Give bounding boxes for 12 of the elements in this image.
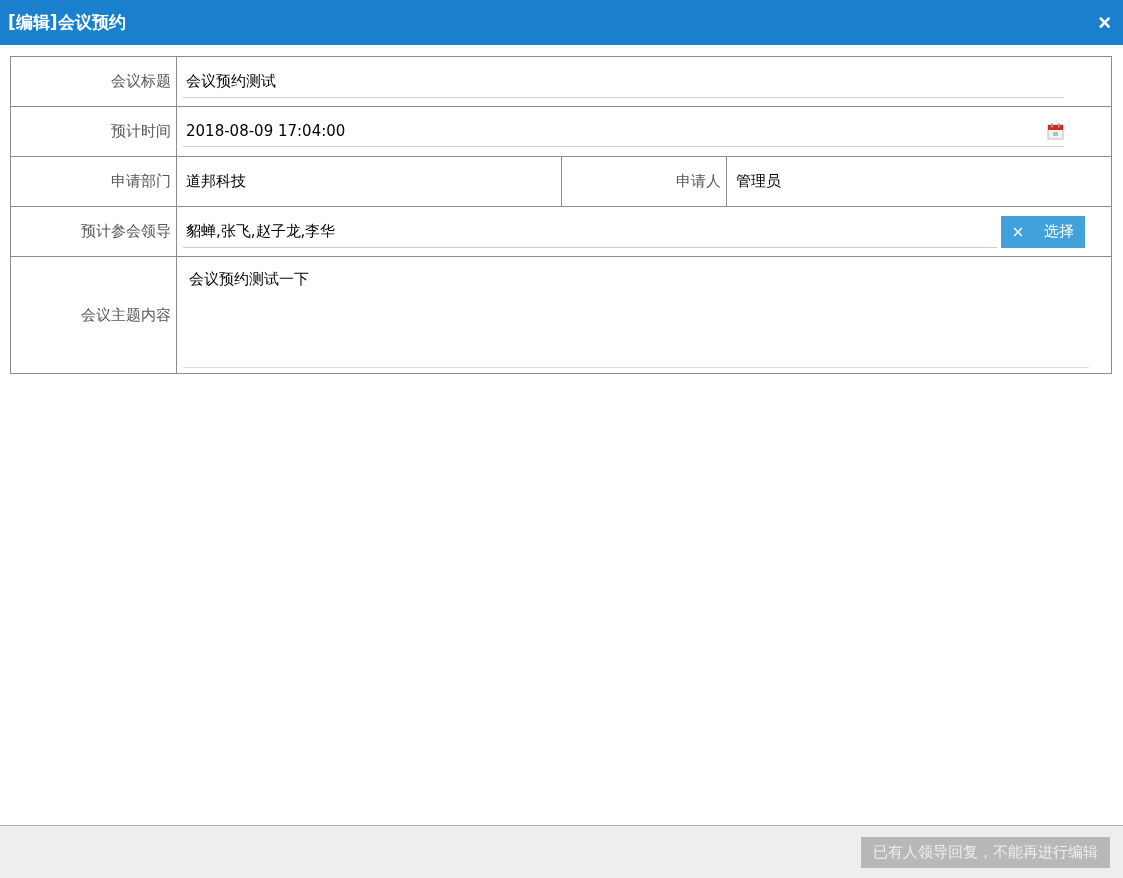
field-label: 申请部门 <box>111 172 171 190</box>
input-field[interactable]: 貂蝉,张飞,赵子龙,李华 <box>183 215 997 248</box>
field-value: 管理员 <box>735 172 781 190</box>
field-value: 道邦科技 <box>185 172 246 190</box>
field-label: 会议标题 <box>111 72 171 90</box>
field-label: 申请人 <box>676 172 721 190</box>
field-label: 预计时间 <box>111 122 171 140</box>
field-label: 会议主题内容 <box>81 305 171 324</box>
window-title: [编辑]会议预约 <box>8 11 126 34</box>
close-button[interactable]: × <box>1096 9 1113 36</box>
field-label: 预计参会领导 <box>81 222 171 240</box>
calendar-icon <box>1047 122 1064 140</box>
